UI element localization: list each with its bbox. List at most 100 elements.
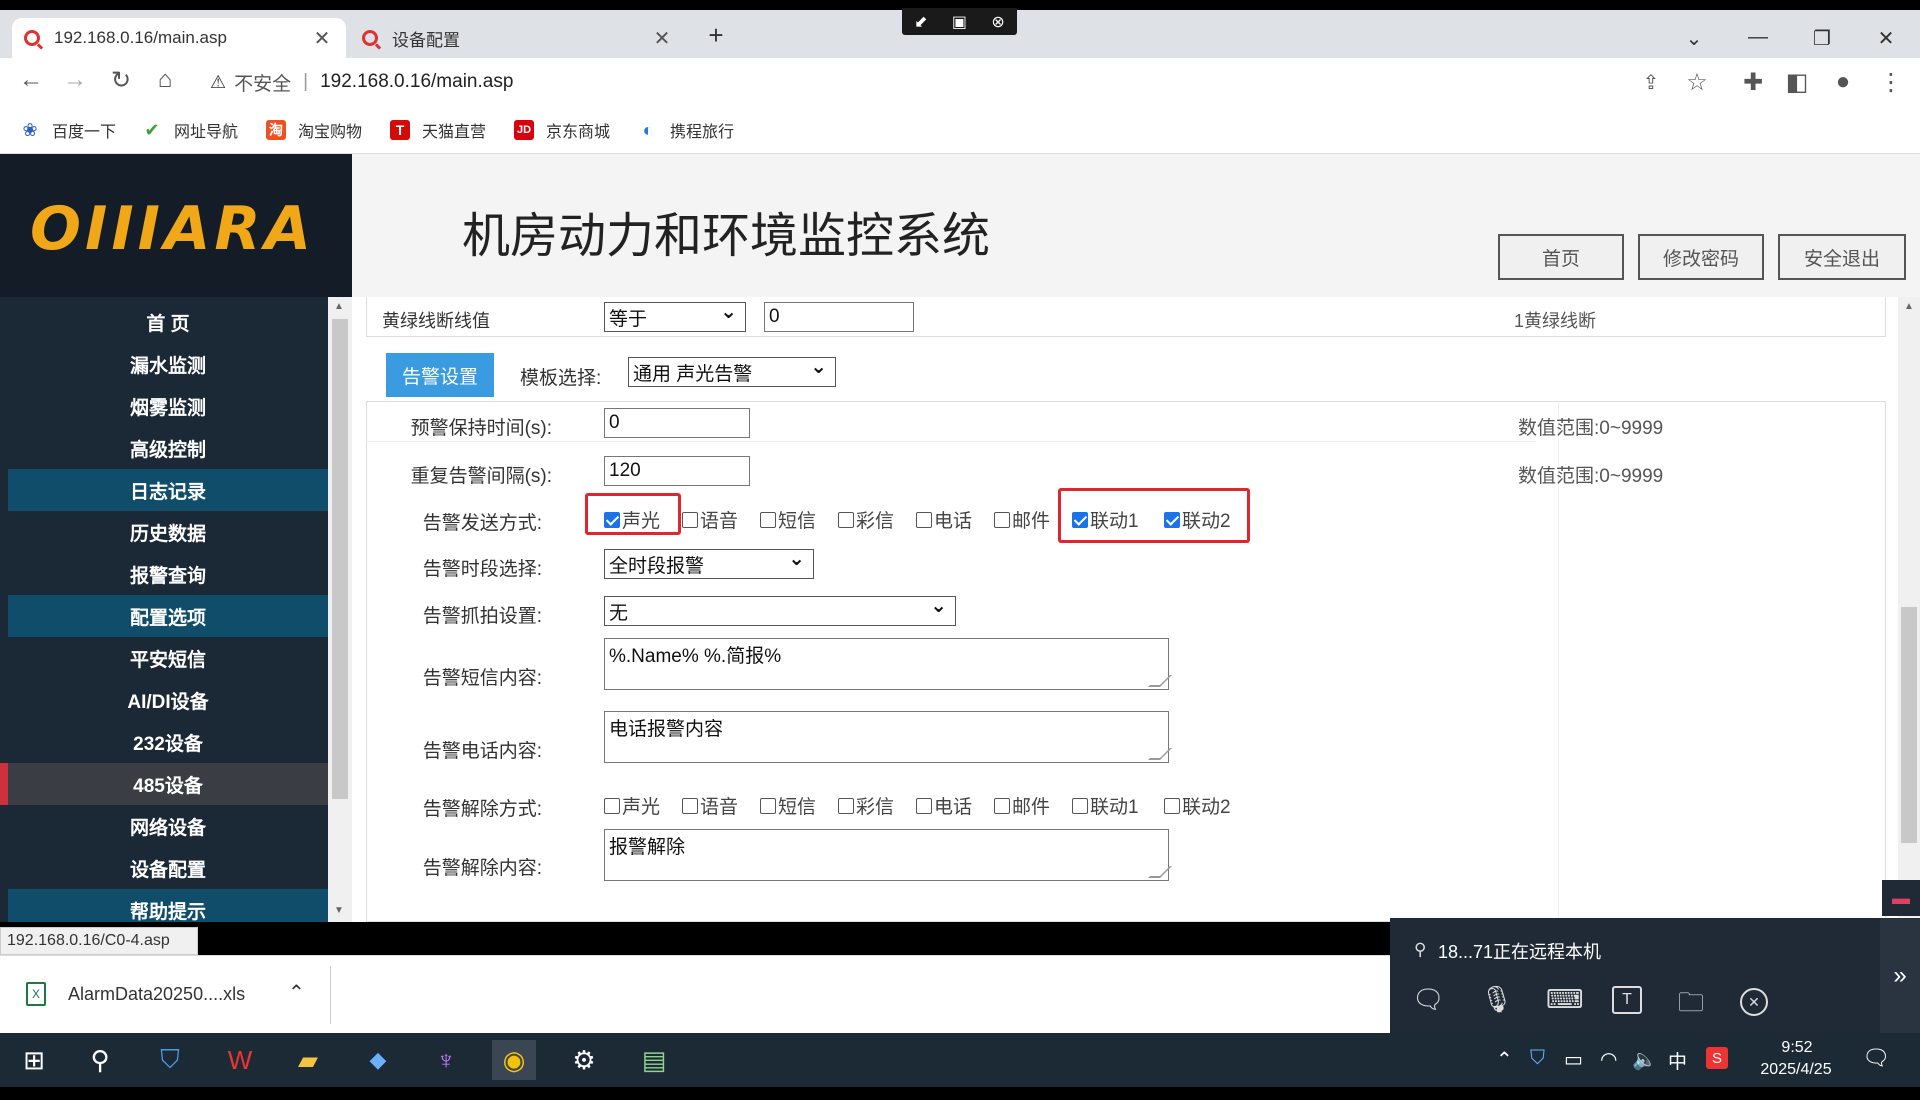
close-icon[interactable]: ✕ [650, 26, 674, 51]
file-explorer-icon[interactable]: ▰ [286, 1040, 330, 1080]
volume-icon[interactable]: 🔈 [1632, 1047, 1657, 1072]
release-checkbox-phone[interactable]: 电话 [916, 792, 972, 819]
page-scrollbar[interactable]: ▲ [1898, 297, 1920, 922]
repeat-interval-input[interactable]: 120 [604, 456, 750, 486]
sms-content-textarea[interactable]: %.Name% %.简报% [604, 638, 1169, 690]
close-icon[interactable]: ⊗ [991, 12, 1004, 32]
tab-alarm-settings[interactable]: 告警设置 [386, 353, 494, 397]
home-icon[interactable]: ⌂ [148, 66, 182, 94]
send-checkbox-mms[interactable]: 彩信 [838, 506, 894, 533]
ime-indicator[interactable]: 中 [1668, 1047, 1687, 1074]
app-icon[interactable]: ♆ [424, 1040, 468, 1080]
shield-icon[interactable]: ⛉ [148, 1040, 192, 1080]
sogou-icon[interactable]: S [1706, 1047, 1728, 1069]
shield-icon[interactable]: ⛉ [1530, 1047, 1545, 1070]
profile-icon[interactable]: ● [1826, 68, 1860, 96]
scroll-thumb[interactable] [1901, 607, 1917, 843]
clock-time[interactable]: 9:52 [1752, 1039, 1842, 1057]
pin-icon[interactable]: ⬋ [914, 12, 927, 32]
download-filename[interactable]: AlarmData20250....xls [68, 984, 245, 1005]
m365-icon[interactable]: ◆ [356, 1040, 400, 1080]
release-checkbox-link1[interactable]: 联动1 [1072, 792, 1139, 819]
back-icon[interactable]: ← [14, 66, 48, 94]
chevron-up-icon[interactable]: ⌃ [288, 980, 305, 1005]
release-checkbox-sound-light[interactable]: 声光 [604, 792, 660, 819]
sidebar-item-sms[interactable]: 平安短信 [8, 637, 328, 679]
text-icon[interactable]: T [1612, 986, 1642, 1014]
menu-icon[interactable]: ⋮ [1874, 68, 1908, 97]
release-content-textarea[interactable]: 报警解除 [604, 829, 1169, 881]
folder-icon[interactable]: ▬ [1882, 880, 1920, 916]
yellow-green-value[interactable]: 0 [764, 302, 914, 332]
logout-button[interactable]: 安全退出 [1778, 234, 1906, 280]
chrome-icon[interactable]: ◉ [492, 1040, 536, 1080]
release-checkbox-voice[interactable]: 语音 [682, 792, 738, 819]
sidebar-scrollbar[interactable]: ▲ ▼ [328, 297, 352, 922]
bookmark-tmall[interactable]: T 天猫直营 [390, 118, 486, 142]
send-checkbox-voice[interactable]: 语音 [682, 506, 738, 533]
sidebar-item-log[interactable]: 日志记录 [8, 469, 328, 511]
sidebar-item-water-leak[interactable]: 漏水监测 [8, 343, 328, 385]
bookmark-jd[interactable]: JD 京东商城 [514, 118, 610, 142]
remote-app-icon[interactable]: ▤ [632, 1040, 676, 1080]
folder-transfer-icon[interactable]: 🗀 [1678, 984, 1704, 1028]
clock-date[interactable]: 2025/4/25 [1746, 1061, 1846, 1079]
change-password-button[interactable]: 修改密码 [1638, 234, 1764, 280]
release-checkbox-email[interactable]: 邮件 [994, 792, 1050, 819]
release-checkbox-sms[interactable]: 短信 [760, 792, 816, 819]
release-checkbox-mms[interactable]: 彩信 [838, 792, 894, 819]
send-checkbox-email[interactable]: 邮件 [994, 506, 1050, 533]
bookmark-taobao[interactable]: 淘淘宝购物 [266, 118, 362, 142]
sidebar-item-smoke[interactable]: 烟雾监测 [8, 385, 328, 427]
home-button[interactable]: 首页 [1498, 234, 1624, 280]
sidepanel-icon[interactable]: ◧ [1780, 68, 1814, 97]
tab-search-icon[interactable]: ⌄ [1674, 26, 1714, 51]
sidebar-item-home[interactable]: 首 页 [8, 301, 328, 343]
notification-icon[interactable]: 🗨 [1862, 1045, 1890, 1071]
keyboard-icon[interactable]: ⌨ [1546, 984, 1584, 1015]
sidebar-item-485[interactable]: 485设备 [8, 763, 328, 805]
sidebar-item-network[interactable]: 网络设备 [8, 805, 328, 847]
close-icon[interactable]: ✕ [310, 26, 334, 51]
chevron-up-icon[interactable]: ⌃ [1496, 1047, 1513, 1072]
close-icon[interactable]: ✕ [1740, 988, 1768, 1016]
scroll-thumb[interactable] [332, 319, 348, 799]
sidebar-item-232[interactable]: 232设备 [8, 721, 328, 763]
sidebar-item-config[interactable]: 配置选项 [8, 595, 328, 637]
extensions-icon[interactable]: ✚ [1736, 68, 1770, 97]
pre-alarm-hold-input[interactable]: 0 [604, 408, 750, 438]
minimize-button[interactable]: — [1738, 26, 1778, 49]
scroll-down-icon[interactable]: ▼ [334, 905, 344, 916]
scroll-up-icon[interactable]: ▲ [1904, 301, 1914, 312]
star-icon[interactable]: ☆ [1680, 68, 1714, 97]
restore-button[interactable]: ❐ [1802, 26, 1842, 51]
template-select[interactable]: 通用 声光告警 [628, 354, 836, 387]
settings-icon[interactable]: ⚙ [562, 1040, 606, 1080]
sidebar-item-alarm-query[interactable]: 报警查询 [8, 553, 328, 595]
search-icon[interactable]: ⚲ [78, 1040, 122, 1080]
new-tab-button[interactable]: + [696, 20, 736, 51]
tab-device-config[interactable]: 设备配置 ✕ [350, 18, 686, 58]
windows-start-icon[interactable]: ⊞ [12, 1040, 56, 1080]
expand-icon[interactable]: » [1880, 918, 1920, 1034]
tab-main[interactable]: 192.168.0.16/main.asp ✕ [12, 18, 346, 58]
wps-icon[interactable]: W [218, 1040, 262, 1080]
reload-icon[interactable]: ↻ [104, 66, 138, 95]
sidebar-item-advanced-control[interactable]: 高级控制 [8, 427, 328, 469]
sidebar-item-help[interactable]: 帮助提示 [8, 889, 328, 922]
share-icon[interactable]: ⇪ [1634, 70, 1668, 95]
send-checkbox-sms[interactable]: 短信 [760, 506, 816, 533]
release-checkbox-link2[interactable]: 联动2 [1164, 792, 1231, 819]
bookmark-hao[interactable]: ✔ 网址导航 [142, 118, 238, 142]
battery-icon[interactable]: ▭ [1564, 1047, 1583, 1072]
operator-select[interactable]: 等于 [604, 299, 746, 332]
forward-icon[interactable]: → [58, 66, 92, 94]
close-window-button[interactable]: ✕ [1866, 26, 1906, 51]
scroll-up-icon[interactable]: ▲ [334, 301, 344, 312]
snapshot-select[interactable]: 无 [604, 593, 956, 626]
send-checkbox-phone[interactable]: 电话 [916, 506, 972, 533]
omnibox[interactable]: ⚠ 不安全 | 192.168.0.16/main.asp [200, 64, 1700, 100]
time-period-select[interactable]: 全时段报警 [604, 546, 814, 579]
chat-icon[interactable]: 🗨 [1412, 984, 1445, 1015]
wifi-icon[interactable]: ◠ [1600, 1047, 1617, 1072]
